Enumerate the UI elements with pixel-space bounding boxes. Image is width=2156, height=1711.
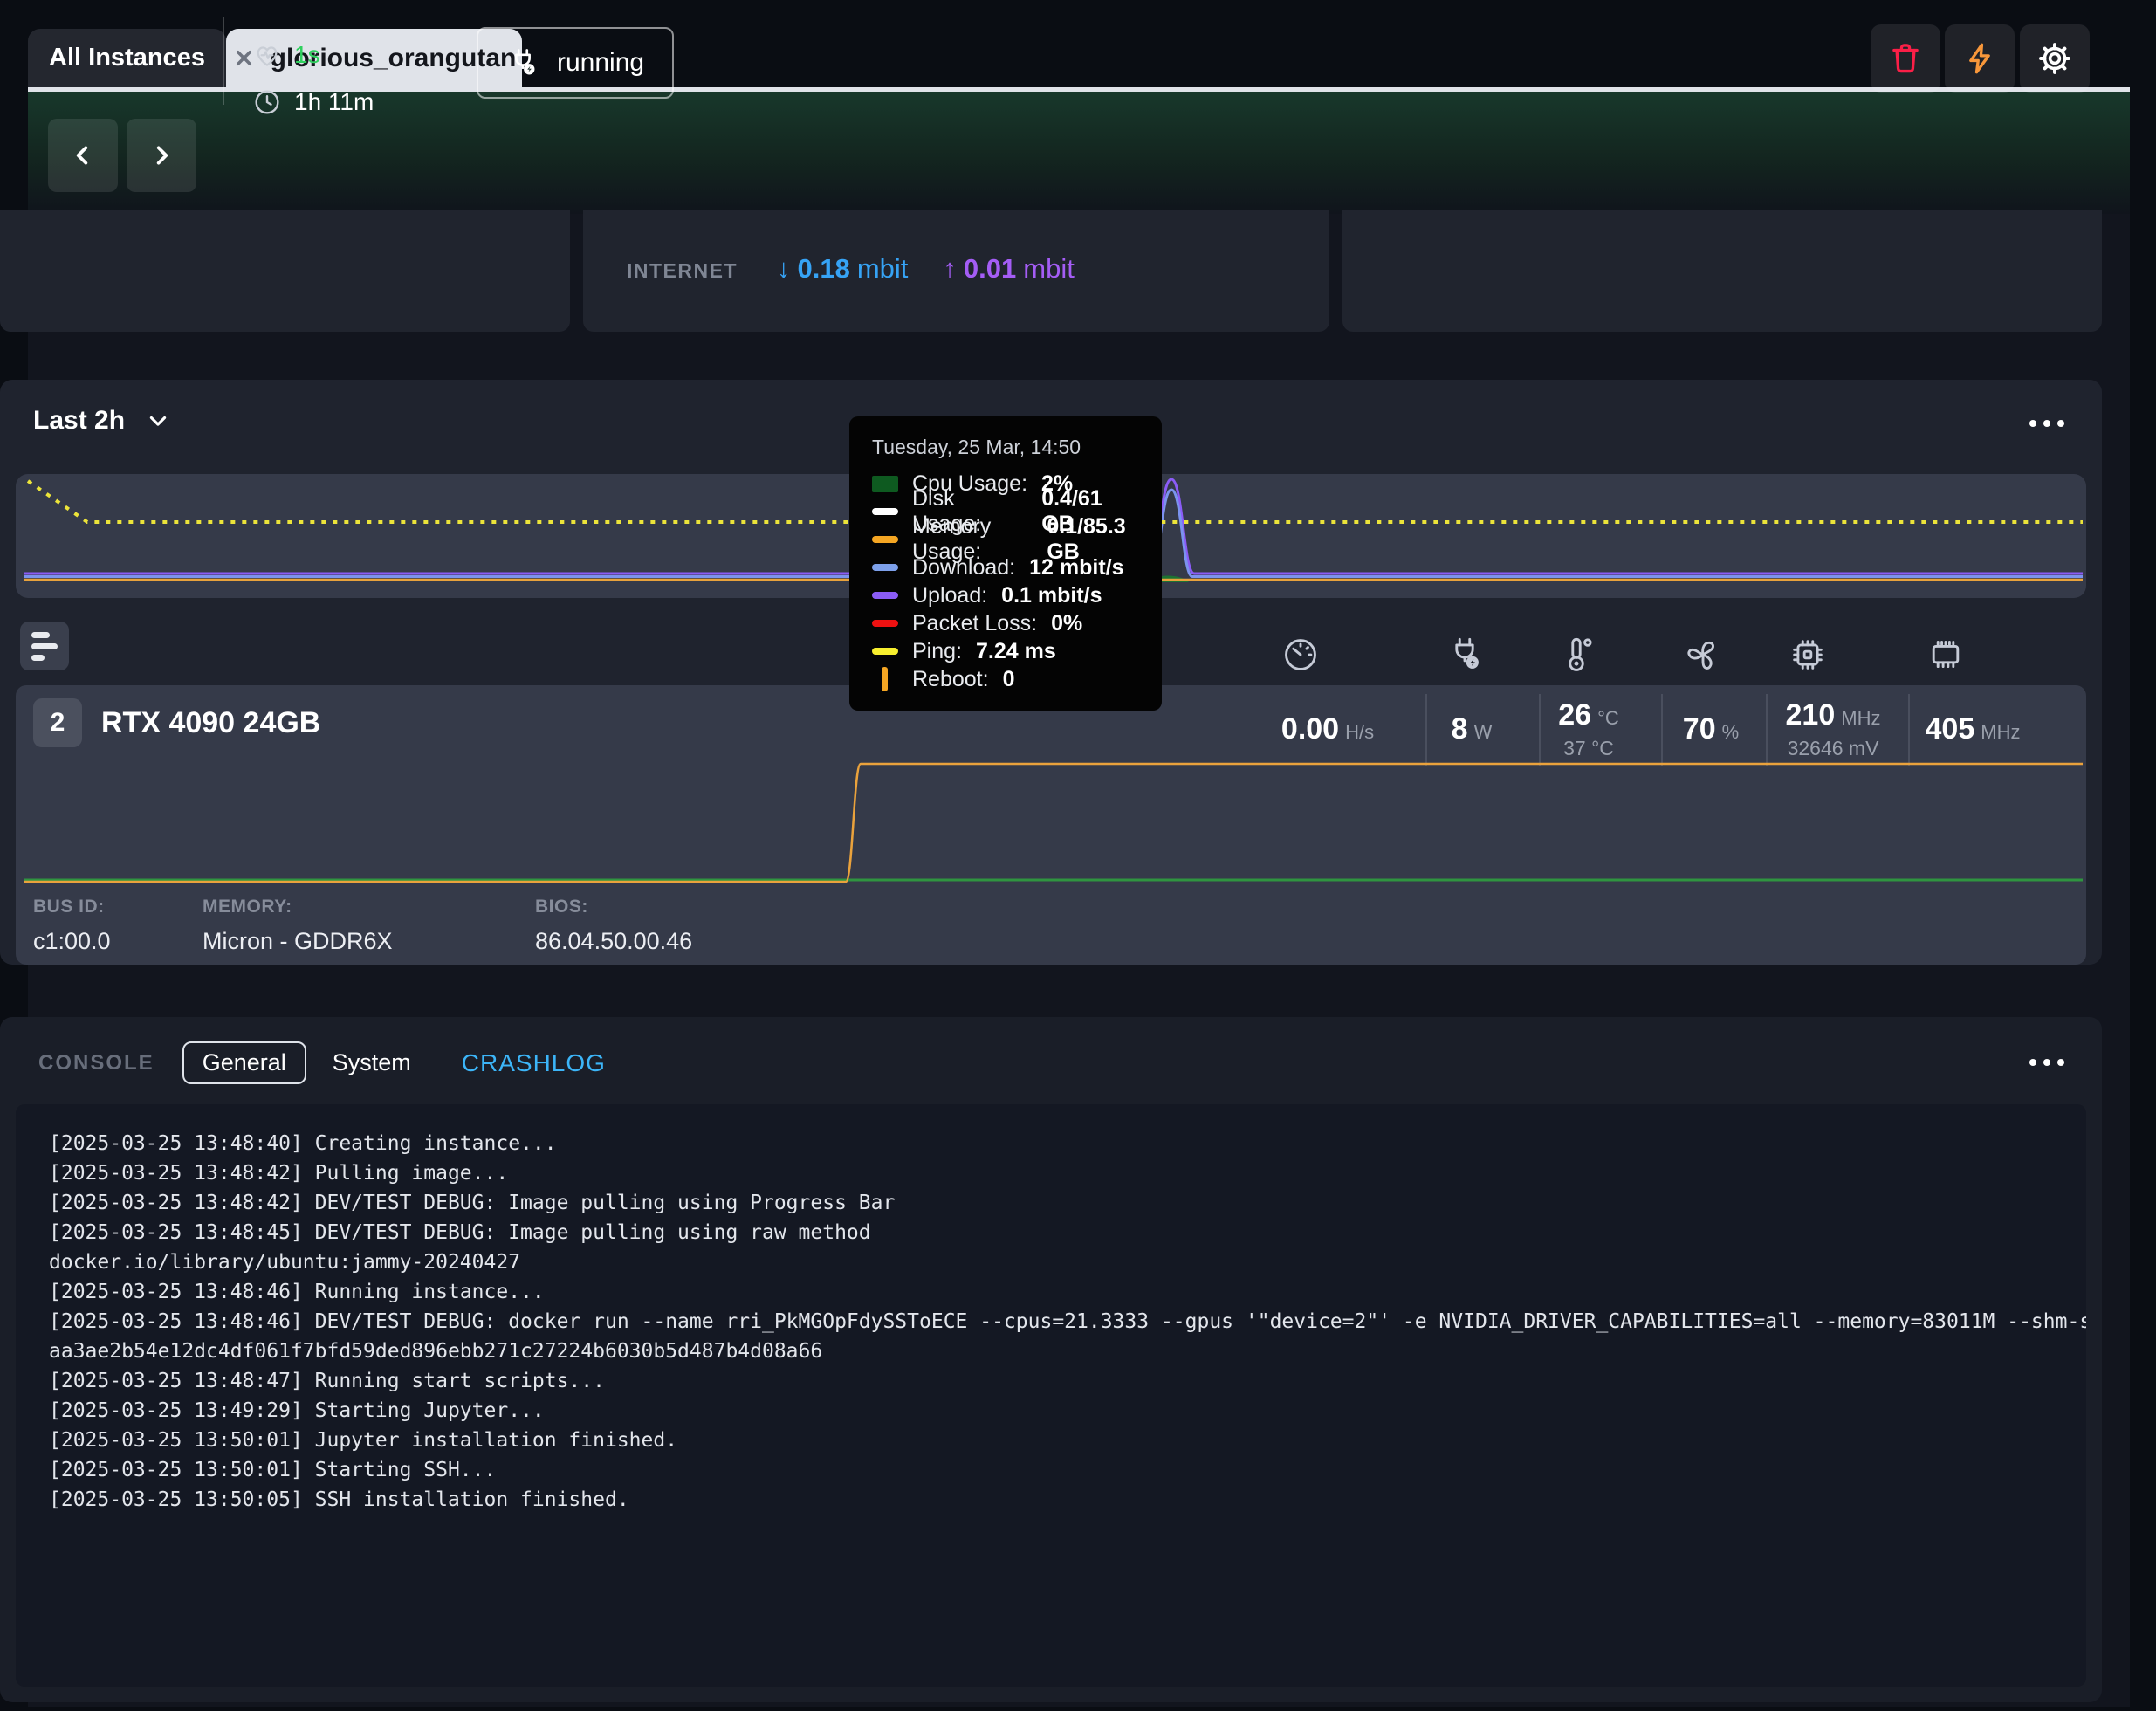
upload-rate: ↑ 0.01 mbit xyxy=(943,253,1074,285)
console-line: [2025-03-25 13:50:01] Jupyter installati… xyxy=(49,1426,2086,1455)
lightning-bolt-icon xyxy=(1961,40,1998,77)
tooltip-row: Ping:7.24 ms xyxy=(872,637,1139,665)
console-menu-button[interactable] xyxy=(2029,1059,2064,1066)
chevron-left-icon xyxy=(69,141,97,169)
console-line: [2025-03-25 13:48:47] Running start scri… xyxy=(49,1366,2086,1396)
gpu-info-bios: BIOS: 86.04.50.00.46 xyxy=(535,897,692,955)
console-section: CONSOLE General System CRASHLOG [2025-03… xyxy=(0,1017,2102,1702)
reboot-swatch xyxy=(882,667,888,691)
power-actions-button[interactable] xyxy=(1945,24,2015,93)
heart-pulse-icon xyxy=(252,40,282,70)
uptime-value: 1h 11m xyxy=(294,88,374,116)
heartbeat-indicator: 1s xyxy=(252,40,320,70)
console-tab-crashlog[interactable]: CRASHLOG xyxy=(462,1049,606,1077)
console-line: [2025-03-25 13:48:46] Running instance..… xyxy=(49,1277,2086,1307)
arrow-up-icon: ↑ xyxy=(943,253,957,285)
gpu-name: RTX 4090 24GB xyxy=(101,706,320,740)
trash-icon xyxy=(1887,40,1924,77)
power-plug-icon xyxy=(1445,635,1485,675)
summary-card-right xyxy=(1342,210,2102,332)
chip-icon xyxy=(1788,635,1828,675)
console-tab-system[interactable]: System xyxy=(333,1049,411,1076)
console-line: [2025-03-25 13:50:05] SSH installation f… xyxy=(49,1485,2086,1515)
internet-card: INTERNET ↓ 0.18 mbit ↑ 0.01 mbit xyxy=(583,210,1329,332)
summary-card-left xyxy=(0,210,570,332)
gpu-index-badge: 2 xyxy=(33,698,82,747)
chart-tooltip: Tuesday, 25 Mar, 14:50 Cpu Usage:2% Disk… xyxy=(849,416,1162,711)
time-range-selector[interactable]: Last 2h xyxy=(33,406,170,436)
destroy-button[interactable] xyxy=(1871,24,1940,93)
chevron-down-icon xyxy=(146,409,170,433)
download-rate: ↓ 0.18 mbit xyxy=(777,253,908,285)
console-tab-general[interactable]: General xyxy=(182,1041,306,1084)
bars-icon xyxy=(31,632,50,638)
status-label: running xyxy=(557,48,644,78)
forward-button[interactable] xyxy=(127,119,196,192)
console-output[interactable]: [2025-03-25 13:48:40] Creating instance.… xyxy=(16,1104,2086,1687)
internet-label: INTERNET xyxy=(627,259,738,283)
arrow-down-icon: ↓ xyxy=(777,253,791,285)
console-line: [2025-03-25 13:48:45] DEV/TEST DEBUG: Im… xyxy=(49,1218,2086,1247)
internet-row: INTERNET ↓ 0.18 mbit ↑ 0.01 mbit xyxy=(583,210,1329,285)
gear-icon xyxy=(2036,40,2073,77)
clock-icon xyxy=(252,87,282,117)
disk-swatch xyxy=(872,508,898,515)
console-line: [2025-03-25 13:48:42] DEV/TEST DEBUG: Im… xyxy=(49,1188,2086,1218)
fan-icon xyxy=(1683,635,1723,675)
gpu-info-busid: BUS ID: c1:00.0 xyxy=(33,897,111,955)
download-value: 0.18 xyxy=(798,253,850,285)
ping-swatch xyxy=(872,648,898,655)
upload-unit: mbit xyxy=(1023,253,1075,285)
time-range-label: Last 2h xyxy=(33,406,125,436)
upload-swatch xyxy=(872,592,898,599)
header-divider xyxy=(223,17,224,105)
power-plug-icon xyxy=(506,46,539,79)
console-label: CONSOLE xyxy=(38,1051,154,1075)
console-line: [2025-03-25 13:48:46] DEV/TEST DEBUG: do… xyxy=(49,1307,2086,1337)
tooltip-row: Download:12 mbit/s xyxy=(872,553,1139,581)
tooltip-row: Upload:0.1 mbit/s xyxy=(872,581,1139,609)
chevron-right-icon xyxy=(148,141,175,169)
console-tab-row: CONSOLE General System CRASHLOG xyxy=(38,1041,606,1084)
settings-button[interactable] xyxy=(2020,24,2090,93)
tooltip-title: Tuesday, 25 Mar, 14:50 xyxy=(872,436,1139,459)
tab-all-instances[interactable]: All Instances xyxy=(28,29,226,87)
gpu-info-memory: MEMORY: Micron - GDDR6X xyxy=(203,897,393,955)
back-button[interactable] xyxy=(48,119,118,192)
console-line: [2025-03-25 13:50:01] Starting SSH... xyxy=(49,1455,2086,1485)
monitoring-section: Last 2h Tuesday, 25 Mar, 14:50 Cpu Usage… xyxy=(0,380,2102,965)
console-line: aa3ae2b54e12dc4df061f7bfd59ded896ebb271c… xyxy=(49,1337,2086,1366)
heartbeat-value: 1s xyxy=(294,41,320,69)
tooltip-row: Packet Loss:0% xyxy=(872,609,1139,637)
tooltip-row: Memory Usage:0.1/85.3 GB xyxy=(872,526,1139,553)
status-button[interactable]: running xyxy=(477,27,674,99)
gpu-panel: 2 RTX 4090 24GB 0.00H/s 8W 26°C 37 °C 70… xyxy=(16,685,2086,965)
console-line: [2025-03-25 13:49:29] Starting Jupyter..… xyxy=(49,1396,2086,1426)
gpu-metrics-chart[interactable] xyxy=(16,755,2086,886)
console-line: [2025-03-25 13:48:42] Pulling image... xyxy=(49,1158,2086,1188)
upload-value: 0.01 xyxy=(964,253,1016,285)
gpu-metrics-chart-svg xyxy=(16,755,2086,886)
gauge-icon xyxy=(1281,635,1321,675)
tooltip-row: Reboot:0 xyxy=(872,665,1139,693)
monitoring-menu-button[interactable] xyxy=(2029,420,2064,427)
gpu-list-view-button[interactable] xyxy=(20,622,69,670)
tab-all-instances-label: All Instances xyxy=(49,44,205,72)
console-line: docker.io/library/ubuntu:jammy-20240427 xyxy=(49,1247,2086,1277)
thermometer-icon xyxy=(1556,635,1596,675)
cpu-swatch xyxy=(872,476,898,492)
download-unit: mbit xyxy=(857,253,909,285)
packet-loss-swatch xyxy=(872,620,898,627)
memory-swatch xyxy=(872,536,898,543)
console-line: [2025-03-25 13:48:40] Creating instance.… xyxy=(49,1129,2086,1158)
uptime-indicator: 1h 11m xyxy=(252,87,374,117)
memory-icon xyxy=(1926,635,1966,675)
download-swatch xyxy=(872,564,898,571)
